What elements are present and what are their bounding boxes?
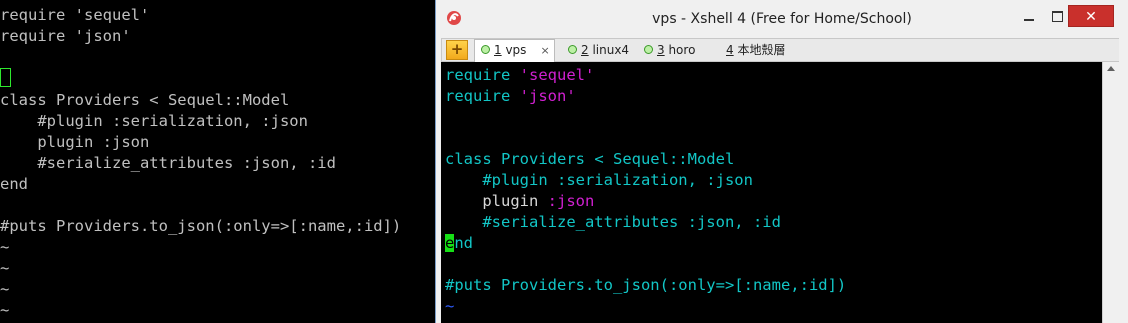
string: 'json' bbox=[519, 87, 576, 105]
symbol: :json bbox=[547, 192, 595, 210]
code-line: require 'sequel' bbox=[0, 6, 150, 24]
cursor-block bbox=[0, 68, 11, 87]
code-line: #plugin :serialization, :json bbox=[0, 112, 308, 130]
xshell-terminal[interactable]: require 'sequel' require 'json' class Pr… bbox=[441, 62, 1102, 323]
tab-local-shell[interactable]: 4 本地殼層 bbox=[726, 40, 794, 61]
window-frame-edge bbox=[1119, 38, 1128, 323]
tab-number: 2 bbox=[581, 43, 589, 57]
tab-label: linux4 bbox=[588, 43, 630, 57]
code-line: #serialize_attributes :json, :id bbox=[0, 154, 336, 172]
tab-bar: + 1 vps × 2 linux4 3 horo 4 本地殼層 bbox=[441, 38, 1123, 62]
left-terminal[interactable]: require 'sequel' require 'json' class Pr… bbox=[0, 0, 434, 323]
code-line: plugin :json bbox=[0, 133, 150, 151]
tab-label: vps bbox=[501, 43, 527, 57]
vertical-scrollbar[interactable] bbox=[1102, 62, 1119, 323]
tilde-line: ~ bbox=[0, 301, 10, 319]
maximize-button[interactable] bbox=[1044, 5, 1070, 27]
tab-linux4[interactable]: 2 linux4 bbox=[562, 40, 634, 61]
xshell-code: require 'sequel' require 'json' class Pr… bbox=[441, 62, 1102, 317]
title-bar[interactable]: vps - Xshell 4 (Free for Home/School) ✕ bbox=[436, 0, 1128, 38]
code-line: end bbox=[0, 175, 28, 193]
tilde-line: ~ bbox=[0, 280, 10, 298]
comment: #plugin :serialization, :json bbox=[445, 171, 753, 189]
tab-close-icon[interactable]: × bbox=[540, 41, 549, 61]
tilde-line: ~ bbox=[0, 259, 10, 277]
connected-status-icon bbox=[481, 45, 490, 54]
comment: #serialize_attributes :json, :id bbox=[445, 213, 781, 231]
left-code: require 'sequel' require 'json' class Pr… bbox=[0, 0, 434, 321]
code-text: plugin bbox=[445, 192, 548, 210]
keyword: require bbox=[445, 87, 520, 105]
keyword: nd bbox=[454, 234, 474, 252]
scroll-up-arrow-icon[interactable] bbox=[1107, 66, 1115, 71]
xshell-window: vps - Xshell 4 (Free for Home/School) ✕ … bbox=[435, 0, 1128, 323]
comment: #puts Providers.to_json(:only=>[:name,:i… bbox=[445, 276, 847, 294]
tilde-line: ~ bbox=[0, 238, 10, 256]
string: 'sequel' bbox=[519, 66, 595, 84]
tab-number: 3 bbox=[657, 43, 665, 57]
minimize-button[interactable] bbox=[1016, 5, 1042, 27]
close-button[interactable]: ✕ bbox=[1068, 5, 1114, 27]
tab-number: 1 bbox=[494, 43, 502, 57]
code-line: #puts Providers.to_json(:only=>[:name,:i… bbox=[0, 217, 402, 235]
tab-horo[interactable]: 3 horo bbox=[638, 40, 698, 61]
tab-label: horo bbox=[664, 43, 696, 57]
tab-vps[interactable]: 1 vps × bbox=[474, 39, 555, 62]
connected-status-icon bbox=[644, 45, 653, 54]
code-line: require 'json' bbox=[0, 27, 131, 45]
class-name: Providers < Sequel::Model bbox=[501, 150, 735, 168]
keyword: class bbox=[445, 150, 501, 168]
new-tab-button[interactable]: + bbox=[446, 40, 468, 60]
code-line: class Providers < Sequel::Model bbox=[0, 91, 290, 109]
keyword: require bbox=[445, 66, 520, 84]
connected-status-icon bbox=[568, 45, 577, 54]
tilde-line: ~ bbox=[445, 297, 455, 315]
tab-number: 4 bbox=[726, 43, 734, 57]
tab-label: 本地殼層 bbox=[733, 43, 786, 57]
cursor-block: e bbox=[445, 234, 455, 252]
